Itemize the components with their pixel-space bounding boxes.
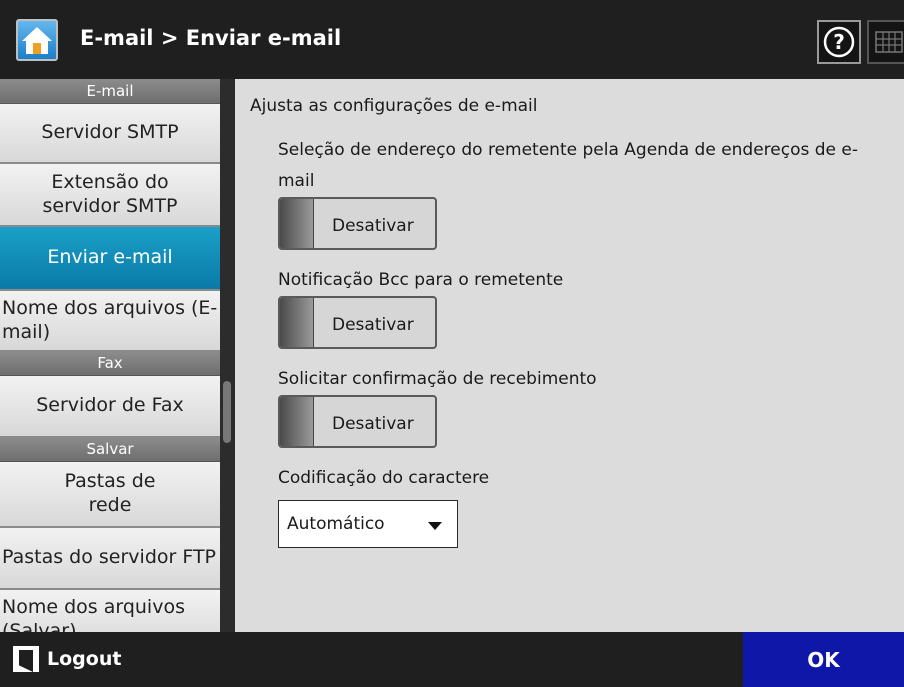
- page-description: Ajusta as configurações de e-mail: [250, 96, 538, 116]
- sidebar-item-servidor-smtp[interactable]: Servidor SMTP: [0, 104, 220, 164]
- svg-text:?: ?: [833, 30, 845, 54]
- sidebar-item-extensao-smtp[interactable]: Extensão do servidor SMTP: [0, 164, 220, 227]
- read-receipt-toggle[interactable]: Desativar: [278, 395, 437, 448]
- toggle-state-label: Desativar: [332, 414, 414, 434]
- sidebar-item-nome-arquivos-salvar[interactable]: Nome dos arquivos (Salvar): [0, 590, 220, 632]
- sidebar-item-servidor-fax[interactable]: Servidor de Fax: [0, 376, 220, 438]
- toggle-state-label: Desativar: [332, 315, 414, 335]
- logout-label: Logout: [47, 648, 122, 670]
- encoding-label: Codificação do caractere: [278, 468, 490, 488]
- toggle-state-label: Desativar: [332, 216, 414, 236]
- bcc-notification-label: Notificação Bcc para o remetente: [278, 270, 564, 290]
- home-button[interactable]: [16, 19, 58, 61]
- read-receipt-label: Solicitar confirmação de recebimento: [278, 369, 597, 389]
- keyboard-button[interactable]: [867, 20, 904, 64]
- keyboard-icon: [875, 31, 903, 53]
- sidebar-item-enviar-email[interactable]: Enviar e-mail: [0, 227, 220, 291]
- header-bar: E-mail > Enviar e-mail ?: [0, 0, 904, 79]
- sidebar-section-salvar: Salvar: [0, 438, 220, 462]
- page-title: E-mail > Enviar e-mail: [80, 26, 342, 50]
- sidebar-item-pastas-ftp[interactable]: Pastas do servidor FTP: [0, 528, 220, 590]
- encoding-select[interactable]: Automático: [278, 500, 458, 548]
- scrollbar-thumb[interactable]: [223, 381, 231, 443]
- sender-address-book-toggle[interactable]: Desativar: [278, 197, 437, 250]
- toggle-knob: [280, 397, 314, 446]
- chevron-down-icon: [428, 522, 442, 530]
- toggle-knob: [280, 298, 314, 347]
- logout-icon: [13, 646, 39, 672]
- sidebar-scrollbar[interactable]: [220, 79, 235, 632]
- logout-button[interactable]: Logout: [13, 644, 121, 674]
- footer-bar: Logout OK: [0, 632, 904, 687]
- sidebar-item-nome-arquivos-email[interactable]: Nome dos arquivos (E-mail): [0, 291, 220, 352]
- sender-address-book-label: Seleção de endereço do remetente pela Ag…: [278, 140, 859, 191]
- sidebar: E-mail Servidor SMTP Extensão do servido…: [0, 79, 220, 632]
- help-button[interactable]: ?: [817, 20, 861, 64]
- sidebar-item-pastas-rede[interactable]: Pastas de rede: [0, 462, 220, 528]
- sidebar-section-email: E-mail: [0, 79, 220, 104]
- toggle-knob: [280, 199, 314, 248]
- main-panel: Ajusta as configurações de e-mail Seleçã…: [235, 79, 904, 632]
- bcc-notification-toggle[interactable]: Desativar: [278, 296, 437, 349]
- encoding-selected-value: Automático: [287, 514, 385, 534]
- sidebar-section-fax: Fax: [0, 352, 220, 376]
- help-icon: ?: [823, 26, 855, 58]
- ok-button[interactable]: OK: [743, 632, 904, 687]
- home-icon: [22, 27, 52, 54]
